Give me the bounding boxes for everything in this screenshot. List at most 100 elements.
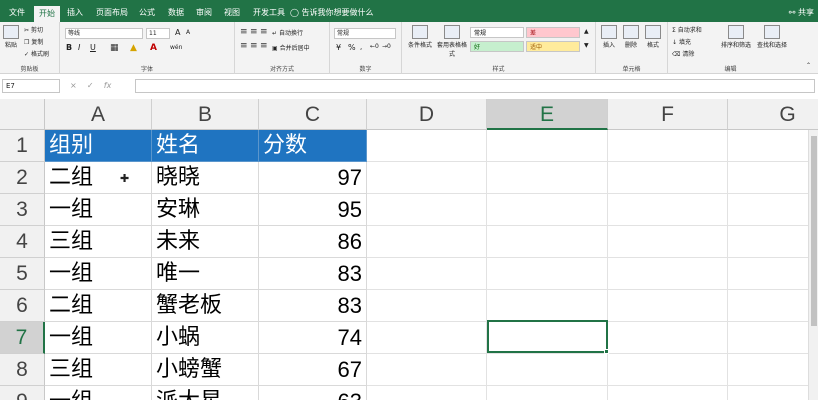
style-good[interactable]: 好 bbox=[470, 41, 524, 52]
empty-cell[interactable] bbox=[728, 354, 818, 386]
align-left-icon[interactable]: ≡ bbox=[240, 41, 248, 51]
empty-cell[interactable] bbox=[487, 354, 608, 386]
empty-cell[interactable] bbox=[608, 386, 728, 400]
empty-cell[interactable] bbox=[728, 226, 818, 258]
name-box[interactable]: E7 bbox=[2, 79, 60, 93]
table-cell[interactable]: 95 bbox=[259, 194, 367, 226]
comma-icon[interactable]: , bbox=[360, 43, 362, 51]
autosum-button[interactable]: Σ 自动求和 bbox=[672, 25, 702, 34]
paste-button[interactable]: 粘贴 bbox=[2, 25, 20, 49]
increase-decimal-icon[interactable]: ←0 bbox=[370, 43, 379, 50]
column-header-g[interactable]: G bbox=[728, 99, 818, 130]
align-top-icon[interactable]: ≡ bbox=[240, 27, 248, 37]
row-header-4[interactable]: 4 bbox=[0, 226, 45, 258]
styles-scroll-up-icon[interactable]: ▲ bbox=[584, 28, 589, 35]
table-cell[interactable]: 83 bbox=[259, 258, 367, 290]
style-bad[interactable]: 差 bbox=[526, 27, 580, 38]
empty-cell[interactable] bbox=[608, 290, 728, 322]
empty-cell[interactable] bbox=[608, 226, 728, 258]
empty-cell[interactable] bbox=[367, 354, 487, 386]
tab-insert[interactable]: 插入 bbox=[62, 4, 88, 22]
row-header-3[interactable]: 3 bbox=[0, 194, 45, 226]
empty-cell[interactable] bbox=[608, 354, 728, 386]
table-cell[interactable]: 二组 bbox=[45, 162, 152, 194]
select-all-button[interactable] bbox=[0, 99, 45, 130]
column-header-c[interactable]: C bbox=[259, 99, 367, 130]
empty-cell[interactable] bbox=[728, 258, 818, 290]
table-cell[interactable]: 97 bbox=[259, 162, 367, 194]
fill-button[interactable]: ↓ 填充 bbox=[672, 37, 691, 46]
tab-view[interactable]: 视图 bbox=[219, 4, 245, 22]
bold-button[interactable]: B bbox=[66, 43, 72, 52]
empty-cell[interactable] bbox=[608, 258, 728, 290]
vertical-scrollbar[interactable] bbox=[808, 130, 818, 400]
table-cell[interactable]: 83 bbox=[259, 290, 367, 322]
empty-cell[interactable] bbox=[487, 130, 608, 162]
table-cell[interactable]: 一组 bbox=[45, 386, 152, 400]
row-header-5[interactable]: 5 bbox=[0, 258, 45, 290]
underline-button[interactable]: U bbox=[90, 43, 96, 52]
format-as-table-button[interactable]: 套用表格格式 bbox=[436, 25, 468, 58]
tab-data[interactable]: 数据 bbox=[163, 4, 189, 22]
table-cell[interactable]: 未来 bbox=[152, 226, 259, 258]
align-middle-icon[interactable]: ≡ bbox=[250, 27, 258, 37]
fill-color-icon[interactable]: ▲ bbox=[130, 43, 137, 53]
grow-font-button[interactable]: A bbox=[175, 28, 180, 37]
align-center-icon[interactable]: ≡ bbox=[250, 41, 258, 51]
empty-cell[interactable] bbox=[728, 194, 818, 226]
column-header-d[interactable]: D bbox=[367, 99, 487, 130]
table-cell[interactable]: 三组 bbox=[45, 354, 152, 386]
table-cell[interactable]: 小螃蟹 bbox=[152, 354, 259, 386]
column-header-b[interactable]: B bbox=[152, 99, 259, 130]
formula-input[interactable] bbox=[135, 79, 815, 93]
align-right-icon[interactable]: ≡ bbox=[260, 41, 268, 51]
empty-cell[interactable] bbox=[487, 194, 608, 226]
column-header-a[interactable]: A bbox=[45, 99, 152, 130]
row-header-8[interactable]: 8 bbox=[0, 354, 45, 386]
empty-cell[interactable] bbox=[728, 130, 818, 162]
delete-cells-button[interactable]: 删除 bbox=[621, 25, 641, 49]
row-header-2[interactable]: 2 bbox=[0, 162, 45, 194]
styles-scroll-down-icon[interactable]: ▼ bbox=[584, 42, 589, 49]
format-painter-button[interactable]: ✓ 格式刷 bbox=[24, 49, 49, 58]
header-cell-name[interactable]: 姓名 bbox=[152, 130, 259, 162]
style-neutral[interactable]: 适中 bbox=[526, 41, 580, 52]
empty-cell[interactable] bbox=[367, 226, 487, 258]
row-header-1[interactable]: 1 bbox=[0, 130, 45, 162]
cut-button[interactable]: ✂ 剪切 bbox=[24, 25, 43, 34]
style-normal[interactable]: 常规 bbox=[470, 27, 524, 38]
tab-page-layout[interactable]: 页面布局 bbox=[92, 4, 132, 22]
tab-home[interactable]: 开始 bbox=[34, 6, 60, 22]
conditional-format-button[interactable]: 条件格式 bbox=[406, 25, 434, 49]
insert-cells-button[interactable]: 插入 bbox=[599, 25, 619, 49]
column-header-f[interactable]: F bbox=[608, 99, 728, 130]
table-cell[interactable]: 蟹老板 bbox=[152, 290, 259, 322]
empty-cell[interactable] bbox=[608, 322, 728, 354]
find-select-button[interactable]: 查找和选择 bbox=[754, 25, 790, 49]
scrollbar-thumb[interactable] bbox=[811, 136, 817, 326]
insert-function-icon[interactable]: fx bbox=[104, 81, 112, 90]
empty-cell[interactable] bbox=[367, 386, 487, 400]
table-cell[interactable]: 74 bbox=[259, 322, 367, 354]
empty-cell[interactable] bbox=[728, 290, 818, 322]
table-cell[interactable]: 三组 bbox=[45, 226, 152, 258]
empty-cell[interactable] bbox=[728, 162, 818, 194]
tab-file[interactable]: 文件 bbox=[4, 4, 30, 22]
sort-filter-button[interactable]: 排序和筛选 bbox=[720, 25, 752, 49]
empty-cell[interactable] bbox=[608, 130, 728, 162]
table-cell[interactable]: 安琳 bbox=[152, 194, 259, 226]
format-cells-button[interactable]: 格式 bbox=[643, 25, 663, 49]
empty-cell[interactable] bbox=[487, 258, 608, 290]
row-header-9[interactable]: 9 bbox=[0, 386, 45, 400]
row-header-7[interactable]: 7 bbox=[0, 322, 45, 354]
empty-cell[interactable] bbox=[367, 322, 487, 354]
tab-review[interactable]: 审阅 bbox=[191, 4, 217, 22]
phonetic-button[interactable]: wén bbox=[170, 44, 182, 51]
empty-cell[interactable] bbox=[367, 162, 487, 194]
cancel-icon[interactable]: × bbox=[70, 81, 77, 90]
table-cell[interactable]: 晓晓 bbox=[152, 162, 259, 194]
wrap-text-button[interactable]: ↵ 自动换行 bbox=[272, 28, 303, 37]
header-cell-group[interactable]: 组别 bbox=[45, 130, 152, 162]
decrease-decimal-icon[interactable]: →0 bbox=[382, 43, 391, 50]
table-cell[interactable]: 二组 bbox=[45, 290, 152, 322]
